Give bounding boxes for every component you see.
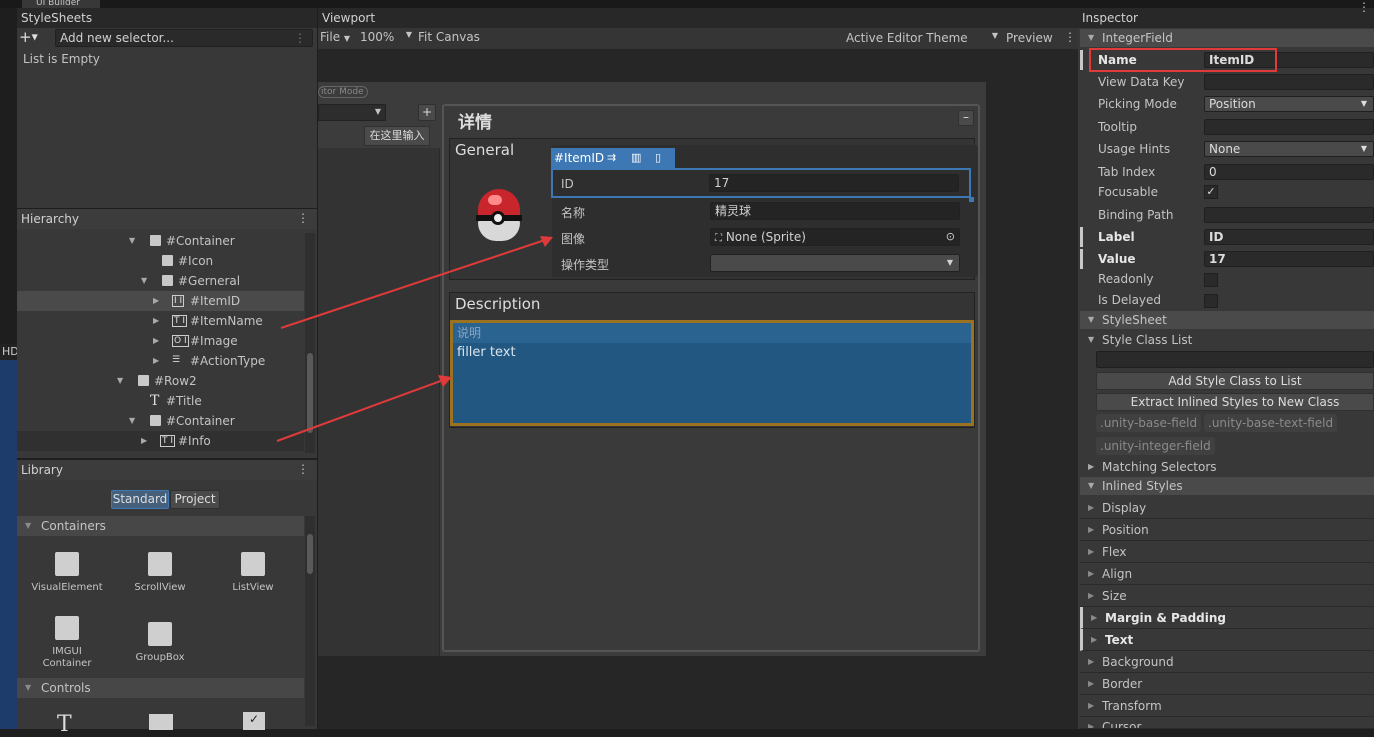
style-section-background[interactable]: ▶ Background [1080, 651, 1374, 673]
style-section-size[interactable]: ▶ Size [1080, 585, 1374, 607]
class-pill[interactable]: .unity-integer-field [1096, 437, 1215, 455]
style-section-margin-padding[interactable]: ▶ Margin & Padding [1080, 607, 1374, 629]
style-section-border[interactable]: ▶ Border [1080, 673, 1374, 695]
red-highlight-box [1089, 48, 1277, 72]
chevron-right-icon: ▶ [1088, 525, 1095, 534]
chevron-down-icon: ▼ [1088, 335, 1095, 344]
style-section-label: Border [1102, 677, 1143, 691]
class-pill[interactable]: .unity-base-text-field [1204, 414, 1338, 432]
binding-path-field[interactable] [1204, 207, 1374, 223]
extract-styles-button[interactable]: Extract Inlined Styles to New Class [1096, 393, 1374, 411]
component-label: IntegerField [1102, 31, 1173, 45]
style-section-align[interactable]: ▶ Align [1080, 563, 1374, 585]
style-section-label: Align [1102, 567, 1133, 581]
inspector-label-usage-hints: Usage Hints [1098, 142, 1171, 156]
inlined-styles-section[interactable]: ▼ Inlined Styles [1080, 477, 1374, 495]
inspector-label-tab-index: Tab Index [1098, 165, 1156, 179]
style-section-text[interactable]: ▶ Text [1080, 629, 1374, 651]
style-section-cursor[interactable]: ▶ Cursor [1080, 717, 1374, 729]
chevron-right-icon: ▶ [1091, 613, 1098, 622]
style-section-label: Position [1102, 523, 1149, 537]
focusable-check: ✓ [1206, 185, 1216, 198]
tooltip-field[interactable] [1204, 119, 1374, 135]
chevron-down-icon: ▼ [1088, 315, 1095, 324]
stylesheet-section[interactable]: ▼ StyleSheet [1080, 311, 1374, 329]
chevron-right-icon: ▶ [1091, 635, 1098, 644]
style-section-label: Cursor [1102, 720, 1142, 729]
chevron-right-icon: ▶ [1088, 547, 1095, 556]
inspector-label-picking-mode: Picking Mode [1098, 97, 1177, 111]
chevron-down-icon: ▼ [1360, 99, 1367, 108]
inlined-styles-label: Inlined Styles [1102, 479, 1183, 493]
usage-hints-value: None [1209, 142, 1241, 156]
style-class-input[interactable] [1096, 351, 1374, 368]
inspector-label-view-data-key: View Data Key [1098, 75, 1185, 89]
inspector-label-binding-path: Binding Path [1098, 208, 1174, 222]
integerfield-section[interactable]: ▼ IntegerField [1080, 29, 1374, 47]
class-pill[interactable]: .unity-base-field [1096, 414, 1202, 432]
chevron-right-icon: ▶ [1088, 503, 1095, 512]
value-field[interactable]: 17 [1204, 251, 1374, 267]
style-section-label: Transform [1102, 699, 1162, 713]
add-style-class-button[interactable]: Add Style Class to List [1096, 372, 1374, 390]
chevron-right-icon: ▶ [1088, 722, 1095, 729]
value-field-value: 17 [1209, 252, 1226, 266]
chevron-right-icon: ▶ [1088, 701, 1095, 710]
label-field-value: ID [1209, 230, 1224, 244]
arrow-line [280, 238, 549, 329]
focusable-checkbox[interactable]: ✓ [1204, 185, 1218, 199]
style-section-flex[interactable]: ▶ Flex [1080, 541, 1374, 563]
inspector-label-value: Value [1098, 252, 1136, 266]
tab-index-field[interactable]: 0 [1204, 164, 1374, 180]
view-data-key-field[interactable] [1204, 74, 1374, 90]
modified-indicator [1080, 227, 1083, 247]
picking-mode-dropdown[interactable]: Position ▼ [1204, 96, 1374, 112]
chevron-down-icon: ▼ [1088, 481, 1095, 490]
style-section-display[interactable]: ▶ Display [1080, 497, 1374, 519]
arrow-line [276, 378, 447, 442]
style-class-list-label: Style Class List [1102, 333, 1193, 347]
matching-selectors-label: Matching Selectors [1102, 460, 1217, 474]
style-section-label: Text [1105, 633, 1134, 647]
style-section-transform[interactable]: ▶ Transform [1080, 695, 1374, 717]
picking-mode-value: Position [1209, 97, 1256, 111]
style-section-label: Background [1102, 655, 1174, 669]
style-section-label: Display [1102, 501, 1147, 515]
usage-hints-dropdown[interactable]: None ▼ [1204, 141, 1374, 157]
inspector-title: Inspector [1078, 8, 1374, 28]
stylesheet-label: StyleSheet [1102, 313, 1167, 327]
inspector-label-label: Label [1098, 230, 1135, 244]
chevron-right-icon: ▶ [1088, 591, 1095, 600]
style-section-position[interactable]: ▶ Position [1080, 519, 1374, 541]
style-section-label: Size [1102, 589, 1127, 603]
chevron-down-icon: ▼ [1360, 144, 1367, 153]
tab-index-value: 0 [1209, 165, 1217, 179]
matching-selectors-foldout[interactable]: ▶ Matching Selectors [1080, 457, 1374, 477]
inspector-label-is-delayed: Is Delayed [1098, 293, 1162, 307]
style-class-list-foldout[interactable]: ▼ Style Class List [1080, 330, 1374, 350]
modified-indicator [1080, 50, 1083, 70]
inspector-label-focusable: Focusable [1098, 185, 1158, 199]
modified-indicator [1080, 249, 1083, 269]
style-section-label: Flex [1102, 545, 1127, 559]
chevron-right-icon: ▶ [1088, 657, 1095, 666]
style-section-label: Margin & Padding [1105, 611, 1227, 625]
chevron-right-icon: ▶ [1088, 462, 1095, 471]
chevron-right-icon: ▶ [1088, 679, 1095, 688]
inspector-label-tooltip: Tooltip [1098, 120, 1137, 134]
label-field[interactable]: ID [1204, 229, 1374, 245]
chevron-right-icon: ▶ [1088, 569, 1095, 578]
readonly-checkbox[interactable] [1204, 273, 1218, 287]
inspector-menu-icon[interactable]: ⋮ [1358, 0, 1370, 14]
is-delayed-checkbox[interactable] [1204, 294, 1218, 308]
inspector-label-readonly: Readonly [1098, 272, 1154, 286]
chevron-down-icon: ▼ [1088, 33, 1095, 42]
